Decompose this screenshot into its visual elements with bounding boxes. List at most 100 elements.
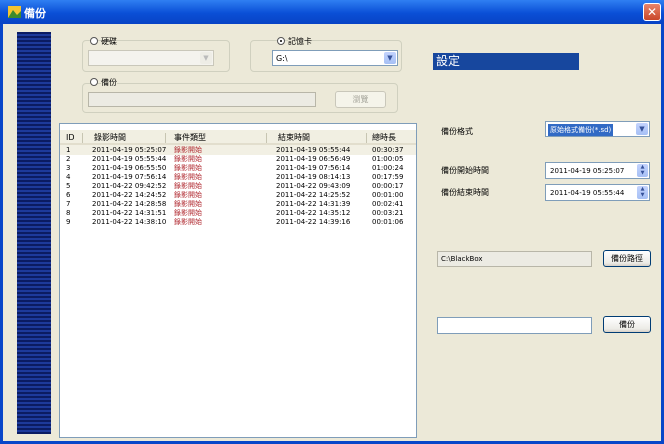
table-row[interactable]: 7 2011-04-22 14:28:58 錄影開始 2011-04-22 14:31…: [60, 200, 416, 209]
close-button[interactable]: ✕: [643, 3, 661, 21]
column-separator: [82, 133, 83, 143]
decorative-side-strip: [17, 32, 51, 434]
cell-event-type: 錄影開始: [174, 146, 202, 154]
cell-id: 7: [66, 200, 71, 208]
cell-end-time: 2011-04-19 06:56:49: [276, 155, 351, 163]
end-time-value: 2011-04-19 05:55:44: [550, 189, 625, 197]
cell-duration: 01:00:05: [372, 155, 404, 163]
backup-path-button[interactable]: 備份路徑: [603, 250, 651, 267]
cell-id: 3: [66, 164, 71, 172]
cell-duration: 00:00:17: [372, 182, 404, 190]
browse-button[interactable]: 瀏覽: [335, 91, 386, 108]
cell-end-time: 2011-04-22 14:25:52: [276, 191, 351, 199]
backup-file-radio[interactable]: [90, 78, 98, 86]
chevron-down-icon: ▼: [636, 123, 648, 135]
disk-drive-select[interactable]: ▼: [88, 50, 214, 66]
cell-id: 8: [66, 209, 71, 217]
cell-id: 4: [66, 173, 71, 181]
column-header-id[interactable]: ID: [66, 132, 75, 144]
cell-id: 1: [66, 146, 71, 154]
cell-duration: 00:03:21: [372, 209, 404, 217]
table-row[interactable]: 6 2011-04-22 14:24:52 錄影開始 2011-04-22 14:25…: [60, 191, 416, 200]
cell-event-type: 錄影開始: [174, 155, 202, 163]
cell-record-time: 2011-04-19 07:56:14: [92, 173, 167, 181]
cell-record-time: 2011-04-19 06:55:50: [92, 164, 167, 172]
cell-duration: 00:01:00: [372, 191, 404, 199]
backup-status-field[interactable]: [437, 317, 592, 334]
backup-button[interactable]: 備份: [603, 316, 651, 333]
backup-path-value: C:\BlackBox: [441, 255, 483, 263]
column-header-event-type[interactable]: 事件類型: [174, 132, 206, 144]
cell-record-time: 2011-04-22 14:28:58: [92, 200, 167, 208]
card-drive-value: G:\: [276, 54, 288, 63]
column-separator: [366, 133, 367, 143]
table-row[interactable]: 8 2011-04-22 14:31:51 錄影開始 2011-04-22 14:35…: [60, 209, 416, 218]
cell-duration: 01:00:24: [372, 164, 404, 172]
cell-record-time: 2011-04-19 05:25:07: [92, 146, 167, 154]
cell-event-type: 錄影開始: [174, 200, 202, 208]
cell-id: 6: [66, 191, 71, 199]
cell-end-time: 2011-04-19 08:14:13: [276, 173, 351, 181]
spin-updown-icon[interactable]: ▲ ▼: [637, 186, 648, 199]
backup-file-path-input[interactable]: [88, 92, 316, 107]
cell-event-type: 錄影開始: [174, 191, 202, 199]
format-label: 備份格式: [441, 127, 473, 136]
format-select[interactable]: 原始格式備份(*.sd) ▼: [545, 121, 650, 137]
end-time-label: 備份結束時間: [441, 188, 489, 197]
recording-table[interactable]: ID 錄影時間 事件類型 結束時間 總時長 1 2011-04-19 05:25:…: [59, 123, 417, 438]
spin-updown-icon[interactable]: ▲ ▼: [637, 164, 648, 177]
cell-record-time: 2011-04-22 14:31:51: [92, 209, 167, 217]
cell-end-time: 2011-04-19 07:56:14: [276, 164, 351, 172]
cell-duration: 00:30:37: [372, 146, 404, 154]
cell-record-time: 2011-04-19 05:55:44: [92, 155, 167, 163]
end-time-picker[interactable]: 2011-04-19 05:55:44 ▲ ▼: [545, 184, 650, 201]
cell-event-type: 錄影開始: [174, 164, 202, 172]
table-row[interactable]: 1 2011-04-19 05:25:07 錄影開始 2011-04-19 05:55…: [60, 146, 416, 155]
cell-end-time: 2011-04-22 14:35:12: [276, 209, 351, 217]
close-icon: ✕: [646, 5, 658, 19]
start-time-picker[interactable]: 2011-04-19 05:25:07 ▲ ▼: [545, 162, 650, 179]
table-header: ID 錄影時間 事件類型 結束時間 總時長: [60, 132, 416, 144]
backup-file-radio-label: 備份: [101, 77, 117, 88]
disk-radio-label: 硬碟: [101, 36, 117, 47]
app-icon: [8, 6, 21, 18]
card-radio[interactable]: [277, 37, 285, 45]
cell-id: 2: [66, 155, 71, 163]
cell-record-time: 2011-04-22 09:42:52: [92, 182, 167, 190]
cell-duration: 00:17:59: [372, 173, 404, 181]
start-time-label: 備份開始時間: [441, 166, 489, 175]
cell-record-time: 2011-04-22 14:38:10: [92, 218, 167, 226]
window-title: 備份: [24, 7, 46, 20]
column-header-duration[interactable]: 總時長: [372, 132, 396, 144]
table-row[interactable]: 5 2011-04-22 09:42:52 錄影開始 2011-04-22 09:43…: [60, 182, 416, 191]
backup-path-input[interactable]: C:\BlackBox: [437, 251, 592, 267]
table-row[interactable]: 9 2011-04-22 14:38:10 錄影開始 2011-04-22 14:39…: [60, 218, 416, 227]
cell-duration: 00:02:41: [372, 200, 404, 208]
table-row[interactable]: 2 2011-04-19 05:55:44 錄影開始 2011-04-19 06:56…: [60, 155, 416, 164]
title-bar: 備份 ✕: [0, 0, 664, 24]
column-separator: [266, 133, 267, 143]
table-row[interactable]: 4 2011-04-19 07:56:14 錄影開始 2011-04-19 08:14…: [60, 173, 416, 182]
cell-end-time: 2011-04-22 14:31:39: [276, 200, 351, 208]
table-row[interactable]: 3 2011-04-19 06:55:50 錄影開始 2011-04-19 07:56…: [60, 164, 416, 173]
cell-record-time: 2011-04-22 14:24:52: [92, 191, 167, 199]
cell-event-type: 錄影開始: [174, 173, 202, 181]
format-value: 原始格式備份(*.sd): [548, 124, 614, 136]
column-separator: [165, 133, 166, 143]
column-header-record-time[interactable]: 錄影時間: [94, 132, 126, 144]
cell-id: 5: [66, 182, 71, 190]
disk-radio[interactable]: [90, 37, 98, 45]
card-radio-label: 記憶卡: [288, 36, 312, 47]
cell-duration: 00:01:06: [372, 218, 404, 226]
cell-event-type: 錄影開始: [174, 182, 202, 190]
chevron-down-icon: ▼: [200, 52, 212, 64]
chevron-down-icon: ▼: [384, 52, 396, 64]
cell-end-time: 2011-04-22 09:43:09: [276, 182, 351, 190]
column-header-end-time[interactable]: 結束時間: [278, 132, 310, 144]
card-drive-select[interactable]: G:\ ▼: [272, 50, 398, 66]
start-time-value: 2011-04-19 05:25:07: [550, 167, 625, 175]
cell-event-type: 錄影開始: [174, 209, 202, 217]
cell-id: 9: [66, 218, 71, 226]
cell-event-type: 錄影開始: [174, 218, 202, 226]
settings-title: 設定: [433, 53, 579, 70]
